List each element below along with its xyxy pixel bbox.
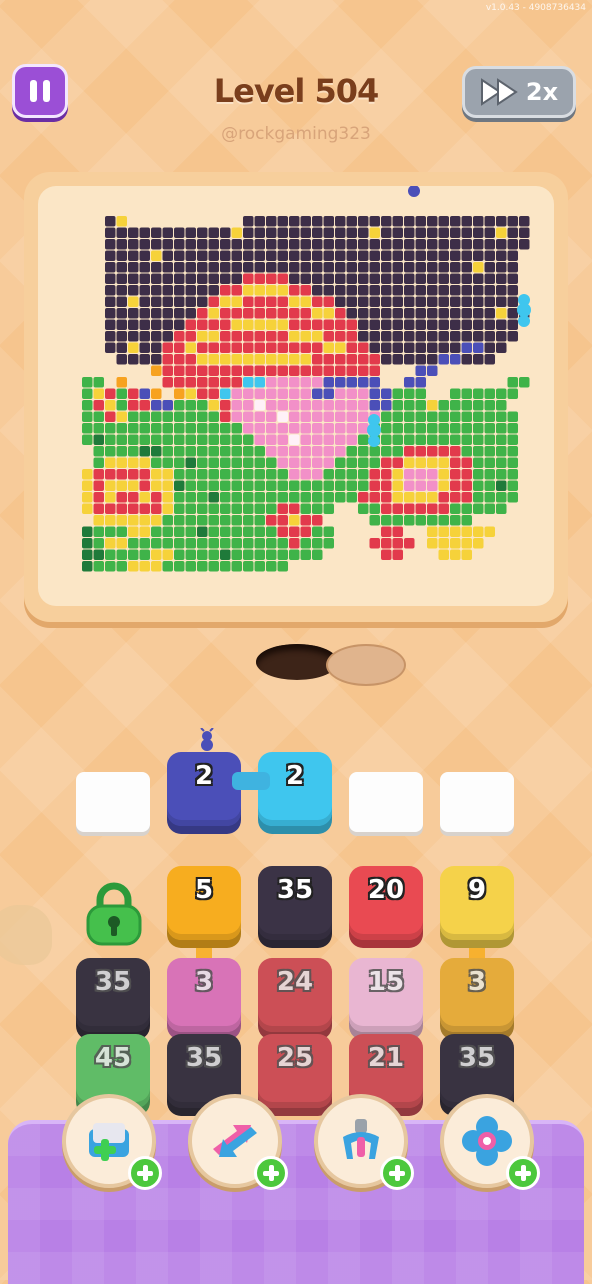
add-slot-icon xyxy=(89,1123,129,1161)
tile-number: 2 xyxy=(285,761,305,791)
number-tile[interactable]: 2 xyxy=(258,752,332,826)
puzzle-board xyxy=(24,164,568,622)
tile-number: 35 xyxy=(94,967,132,997)
tile-number: 20 xyxy=(367,875,405,905)
ant-icon xyxy=(517,294,531,327)
tile-number: 2 xyxy=(194,761,214,791)
tile-number: 21 xyxy=(367,1043,405,1073)
leaf-decoration xyxy=(0,905,52,965)
tile-link xyxy=(232,772,270,790)
tile-number: 9 xyxy=(467,875,487,905)
speed-2x-button[interactable]: 2x xyxy=(462,66,576,118)
tile-number: 25 xyxy=(276,1043,314,1073)
swap-booster[interactable] xyxy=(188,1094,288,1190)
tile-number: 35 xyxy=(276,875,314,905)
version-label: v1.0.43 - 4908736434 xyxy=(485,3,586,13)
add-booster-plus-icon[interactable] xyxy=(380,1156,414,1190)
number-tile[interactable]: 15 xyxy=(349,958,423,1032)
add-booster-plus-icon[interactable] xyxy=(506,1156,540,1190)
empty-slot xyxy=(76,772,150,832)
fast-forward-icon xyxy=(480,78,518,106)
add-booster-plus-icon[interactable] xyxy=(254,1156,288,1190)
magnet-claw-icon xyxy=(343,1119,379,1159)
number-tile[interactable]: 25 xyxy=(258,1034,332,1108)
username-watermark: @rockgaming323 xyxy=(221,124,371,144)
ant-icon xyxy=(194,727,220,758)
tile-number: 3 xyxy=(467,967,487,997)
hole-lid-icon xyxy=(326,644,406,686)
empty-slot xyxy=(349,772,423,832)
tile-number: 24 xyxy=(276,967,314,997)
tile-number: 45 xyxy=(94,1043,132,1073)
add-slot-booster[interactable] xyxy=(62,1094,162,1190)
number-tile[interactable]: 35 xyxy=(258,866,332,940)
pixel-art-image xyxy=(82,164,531,572)
swap-arrows-icon xyxy=(213,1125,257,1157)
pixel-art-area xyxy=(38,164,554,606)
exit-hole xyxy=(256,640,406,688)
tile-number: 35 xyxy=(458,1043,496,1073)
ant-icon xyxy=(407,164,421,197)
tile-number: 35 xyxy=(185,1043,223,1073)
add-booster-plus-icon[interactable] xyxy=(128,1156,162,1190)
ant-icon xyxy=(367,414,381,447)
number-tile[interactable]: 5 xyxy=(167,866,241,940)
number-tile[interactable]: 20 xyxy=(349,866,423,940)
flower-booster[interactable] xyxy=(440,1094,540,1190)
speed-label: 2x xyxy=(525,78,559,106)
number-tile[interactable]: 35 xyxy=(76,958,150,1032)
number-tile[interactable]: 3 xyxy=(440,958,514,1032)
number-tile[interactable]: 9 xyxy=(440,866,514,940)
tile-number: 3 xyxy=(194,967,214,997)
tile-number: 5 xyxy=(194,875,214,905)
number-tile[interactable]: 3 xyxy=(167,958,241,1032)
number-tile[interactable]: 2 xyxy=(167,752,241,826)
number-tile[interactable]: 24 xyxy=(258,958,332,1032)
flower-gem-icon xyxy=(462,1116,512,1166)
magnet-booster[interactable] xyxy=(314,1094,414,1190)
tile-number: 15 xyxy=(367,967,405,997)
empty-slot xyxy=(440,772,514,832)
lock-icon[interactable] xyxy=(84,880,144,946)
